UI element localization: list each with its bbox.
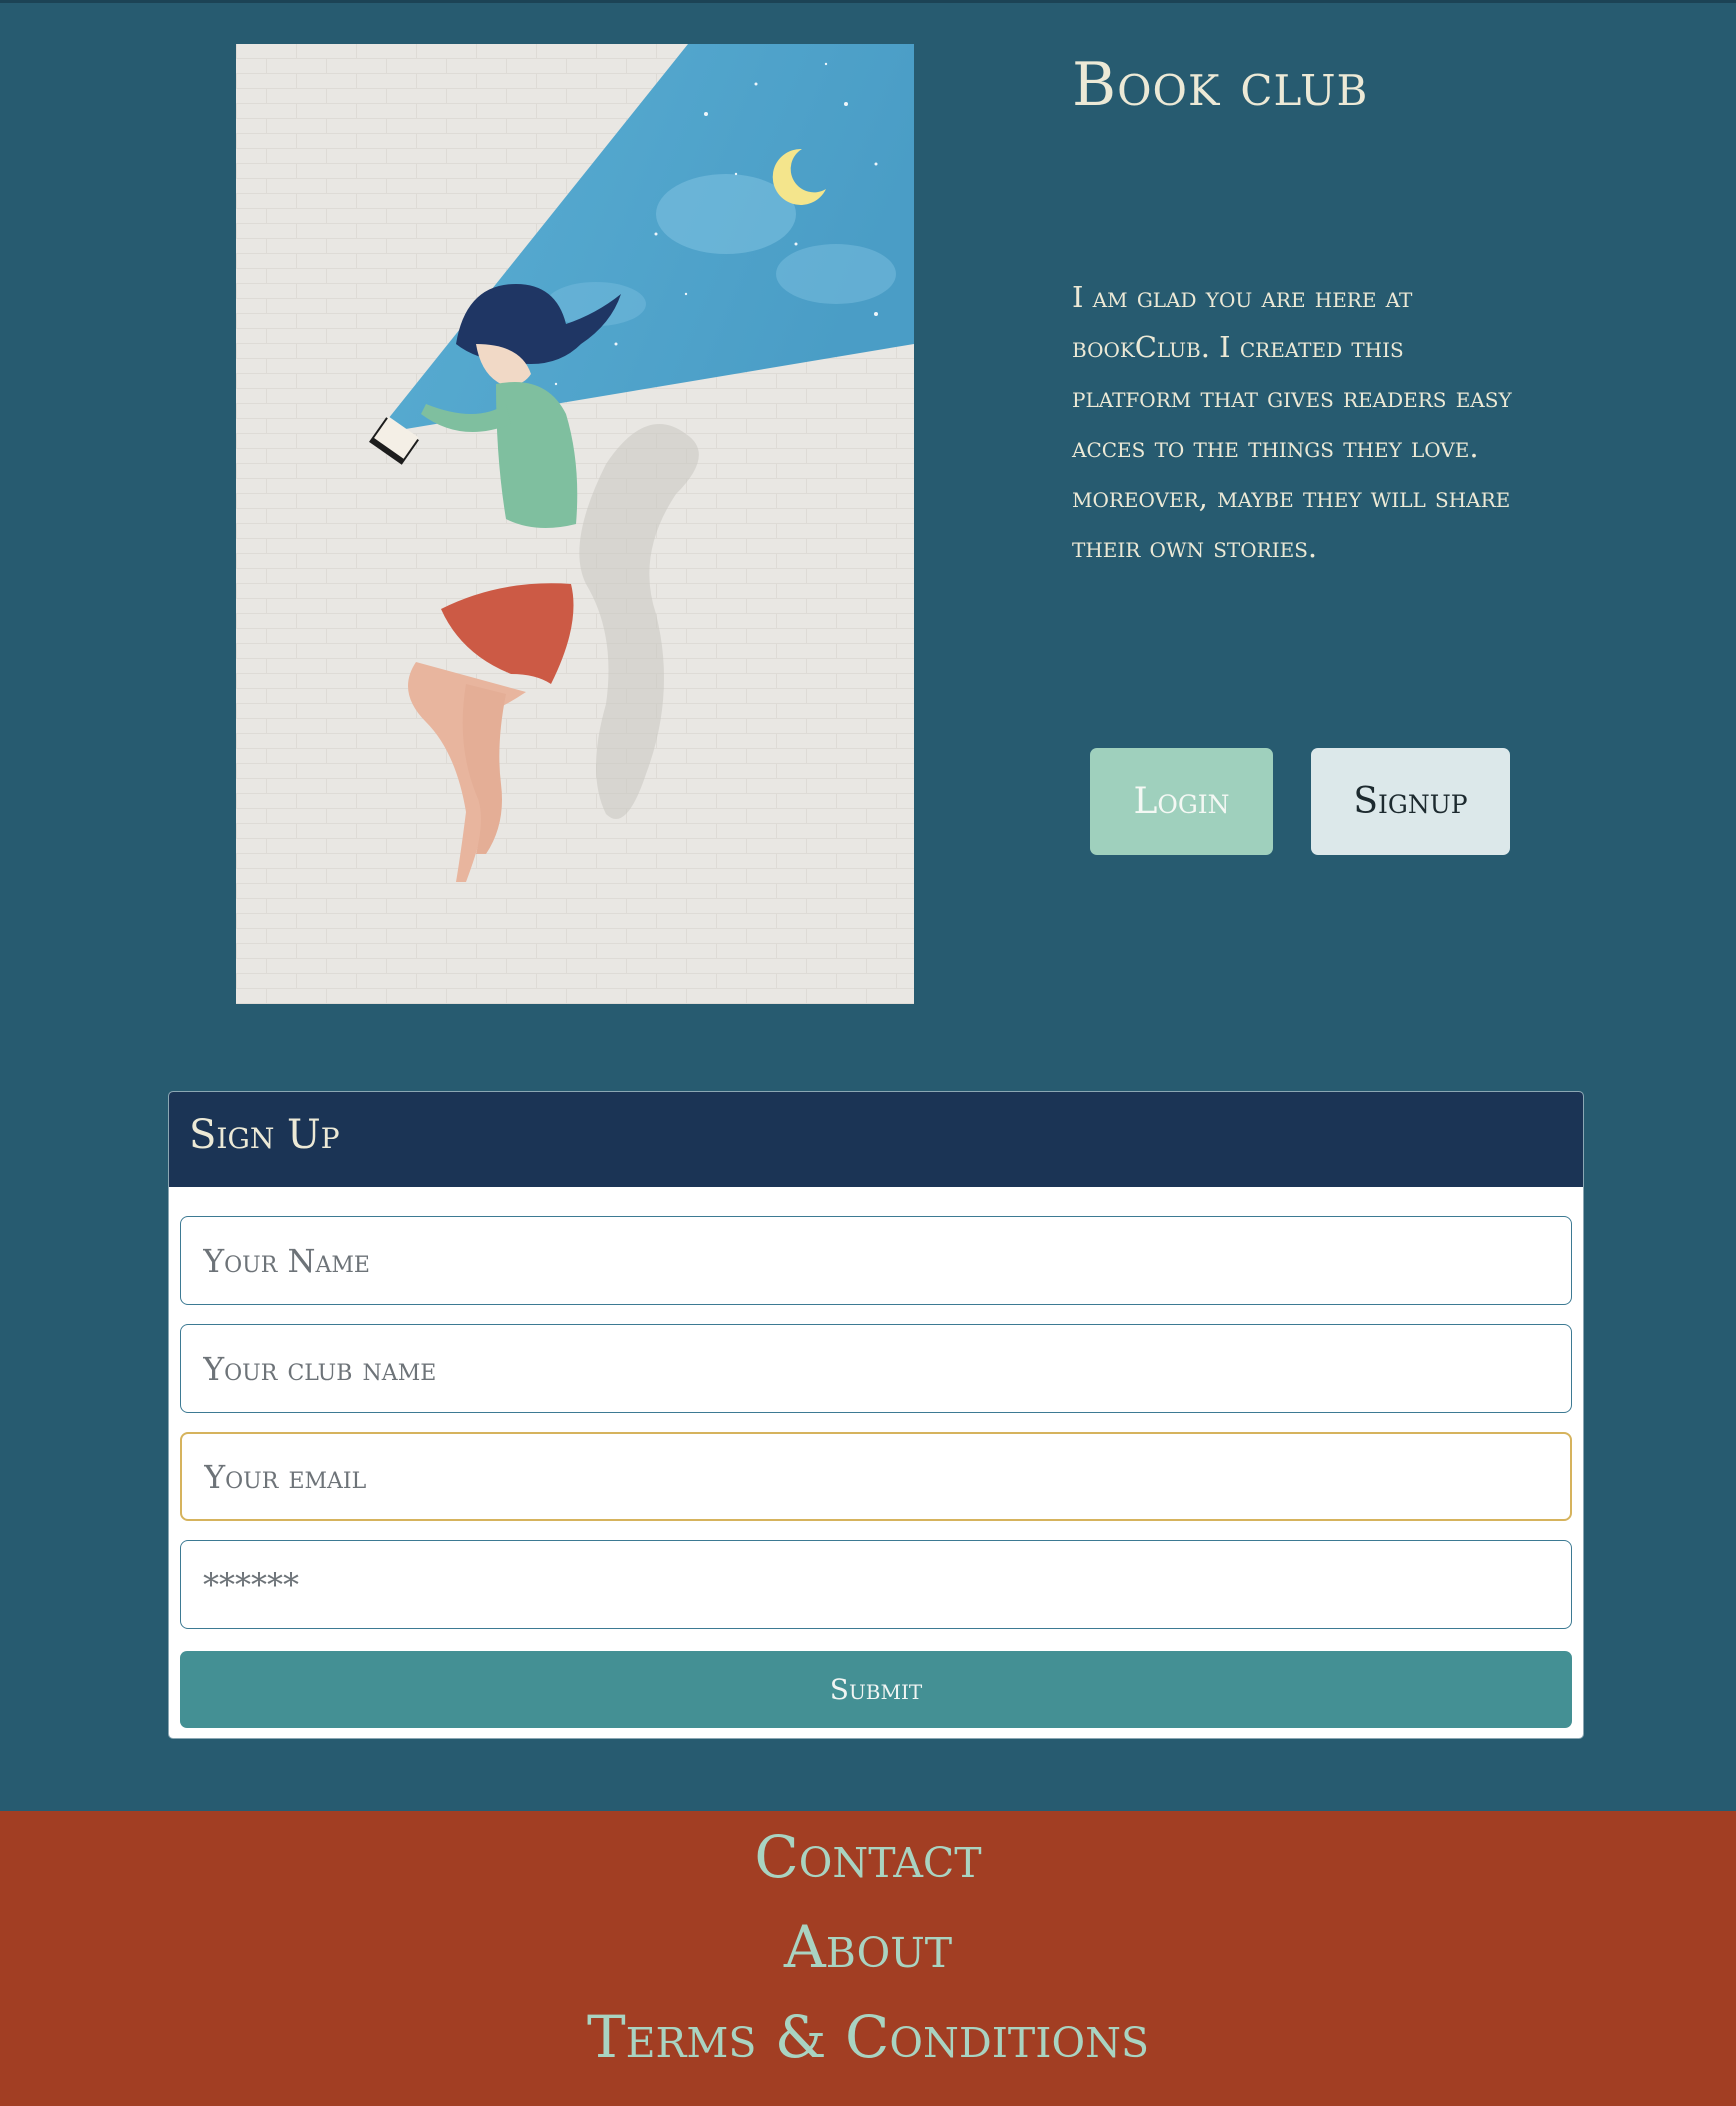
signup-card-header: Sign Up <box>169 1092 1583 1187</box>
signup-card: Sign Up Submit <box>168 1091 1584 1739</box>
name-input[interactable] <box>180 1216 1572 1305</box>
footer-link-about[interactable]: About <box>0 1913 1736 1981</box>
top-border <box>0 0 1736 3</box>
intro-text: I am glad you are here at bookClub. I cr… <box>1072 280 1512 564</box>
login-button[interactable]: Login <box>1090 748 1273 855</box>
club-name-input[interactable] <box>180 1324 1572 1413</box>
signup-card-title: Sign Up <box>189 1112 340 1158</box>
signup-button[interactable]: Signup <box>1311 748 1510 855</box>
footer-link-contact[interactable]: Contact <box>0 1823 1736 1891</box>
footer-link-terms[interactable]: Terms & Conditions <box>0 2003 1736 2071</box>
footer: Contact About Terms & Conditions <box>0 1811 1736 2106</box>
email-input[interactable] <box>180 1432 1572 1521</box>
password-input[interactable] <box>180 1540 1572 1629</box>
hero-illustration <box>236 44 914 1004</box>
submit-button[interactable]: Submit <box>180 1651 1572 1728</box>
page-title: Book club <box>1072 50 1369 120</box>
